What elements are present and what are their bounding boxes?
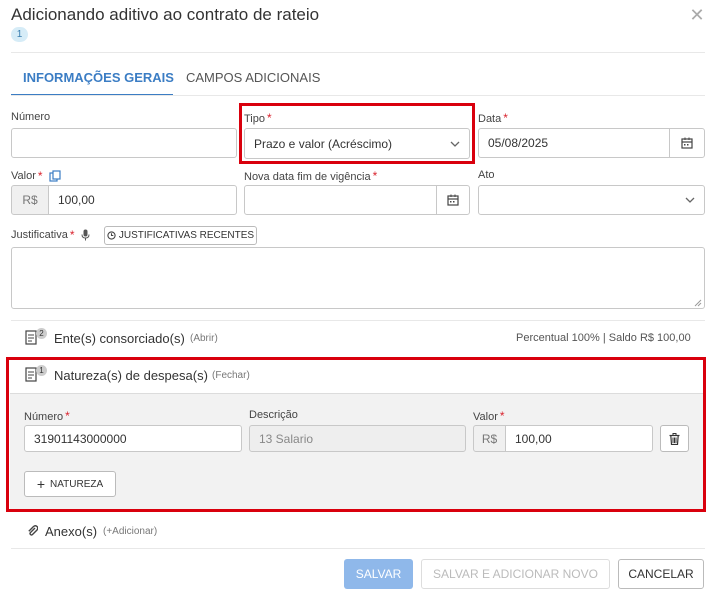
justificativas-recentes-button[interactable]: JUSTIFICATIVAS RECENTES: [104, 226, 257, 245]
justificativa-label: Justificativa *: [11, 228, 90, 242]
section-divider: [11, 320, 705, 321]
paperclip-icon: [28, 525, 38, 536]
count-badge: 1: [11, 27, 28, 42]
justificativas-recentes-label: JUSTIFICATIVAS RECENTES: [118, 230, 255, 241]
nova-data-label: Nova data fim de vigência *: [244, 169, 378, 183]
save-and-new-button[interactable]: SALVAR E ADICIONAR NOVO: [421, 559, 610, 589]
copy-icon[interactable]: [48, 170, 61, 182]
numero-input[interactable]: [11, 128, 237, 158]
calendar-icon: [681, 137, 693, 149]
clock-icon: [107, 231, 116, 240]
valor-currency-prefix: R$: [11, 185, 49, 215]
calendar-button[interactable]: [669, 128, 705, 158]
footer-divider: [11, 548, 705, 549]
entes-count-badge: 2: [36, 328, 47, 339]
anexo-add-link[interactable]: (+Adicionar): [103, 526, 157, 537]
tab-campos-adicionais[interactable]: CAMPOS ADICIONAIS: [186, 70, 320, 96]
ato-label: Ato: [478, 169, 495, 181]
close-icon[interactable]: ✕: [688, 6, 706, 24]
entes-summary: Percentual 100% | Saldo R$ 100,00: [516, 332, 691, 344]
tabs-divider: [11, 95, 705, 96]
data-input[interactable]: 05/08/2025: [478, 128, 670, 158]
chevron-down-icon: [685, 197, 695, 203]
data-label: Data *: [478, 111, 508, 125]
entes-document-icon: 2: [25, 328, 49, 346]
justificativa-textarea[interactable]: [11, 247, 705, 309]
resize-handle-icon[interactable]: [694, 299, 702, 307]
nova-data-calendar-button[interactable]: [436, 185, 470, 215]
microphone-icon[interactable]: [81, 229, 90, 241]
save-button[interactable]: SALVAR: [344, 559, 413, 589]
valor-label: Valor *: [11, 169, 61, 183]
calendar-icon: [447, 194, 459, 206]
dialog-title: Adicionando aditivo ao contrato de ratei…: [11, 5, 320, 24]
entes-toggle-link[interactable]: (Abrir): [190, 333, 218, 344]
ato-select[interactable]: [478, 185, 705, 215]
header-divider: [11, 52, 705, 53]
entes-title: Ente(s) consorciado(s): [54, 331, 185, 346]
natureza-highlight-box: [6, 357, 706, 512]
tipo-highlight-box: [239, 103, 475, 164]
tab-informacoes-gerais[interactable]: INFORMAÇÕES GERAIS: [23, 70, 174, 96]
numero-label: Número: [11, 111, 51, 123]
valor-input[interactable]: 100,00: [48, 185, 237, 215]
nova-data-input[interactable]: [244, 185, 437, 215]
cancel-button[interactable]: CANCELAR: [618, 559, 704, 589]
anexo-title: Anexo(s): [45, 524, 98, 539]
